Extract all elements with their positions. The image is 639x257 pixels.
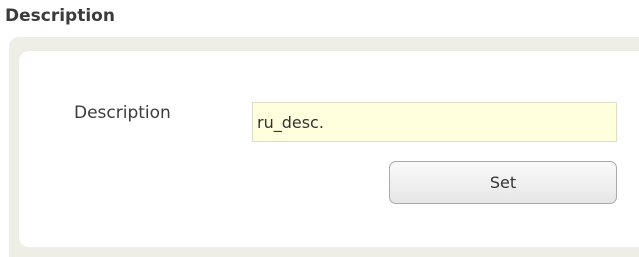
description-input[interactable]	[252, 102, 617, 142]
set-button[interactable]: Set	[389, 161, 617, 204]
description-panel-body: Description Set	[19, 51, 639, 247]
description-panel: Description Set	[9, 37, 639, 257]
description-label: Description	[74, 103, 171, 123]
section-heading: Description	[5, 6, 115, 26]
